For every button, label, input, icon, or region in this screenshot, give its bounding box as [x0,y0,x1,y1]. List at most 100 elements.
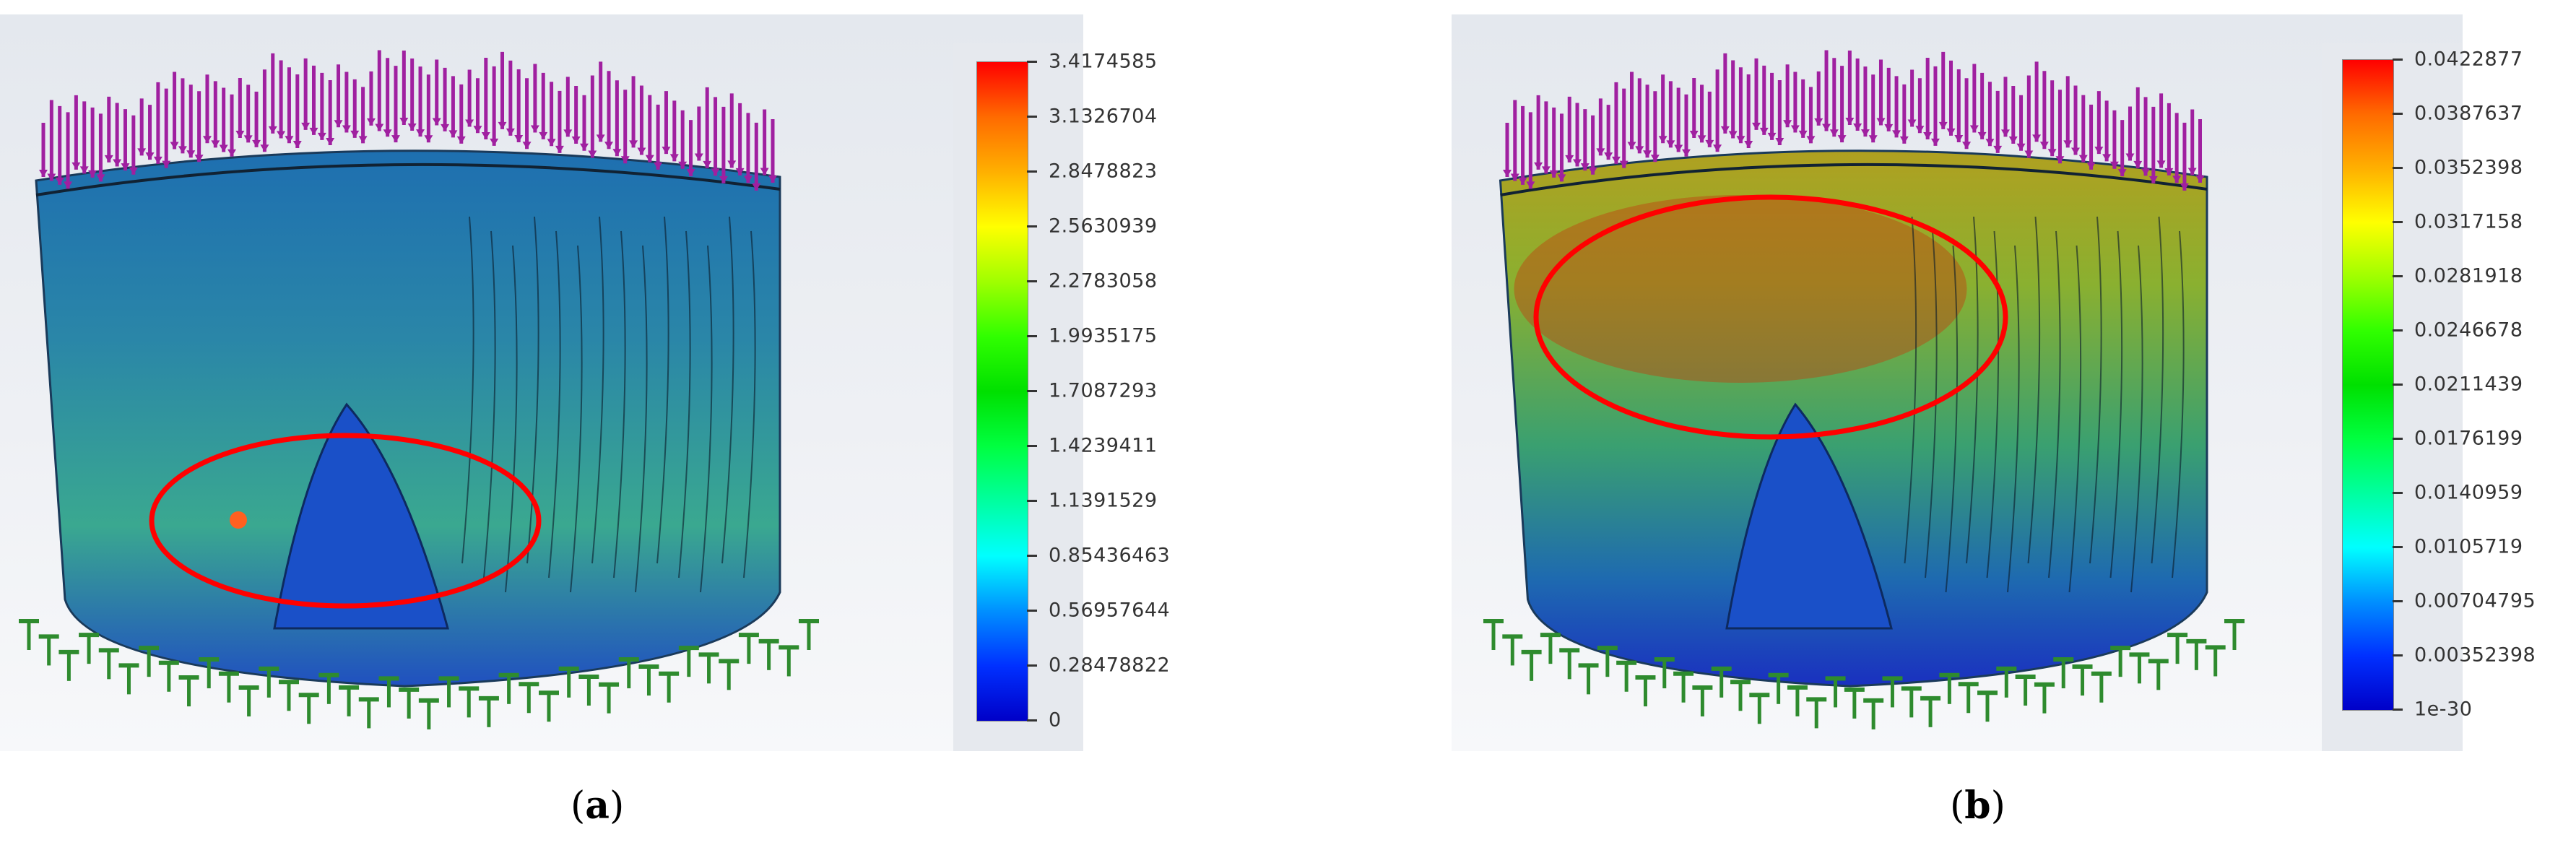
colorbar-label: 0.00352398 [2414,644,2536,667]
load-arrow-head [1681,149,1691,157]
colorbar-b [2342,59,2394,711]
colorbar-label: 0.0281918 [2414,264,2523,287]
colorbar-label: 0.0422877 [2414,48,2523,71]
load-arrow-head [2032,134,2042,142]
load-arrow-head [2008,136,2018,144]
load-arrow-head [2039,142,2049,150]
load-arrow-head [1728,131,1738,139]
colorbar-label: 0.0140959 [2414,481,2523,504]
load-arrow-head [1697,135,1707,143]
color-legend-b: 0.0422877 0.0387637 0.0352398 0.0317158 0.02… [2322,43,2536,751]
load-arrow-head [1751,122,1761,130]
load-arrow-head [1611,156,1621,164]
load-arrow-head [1573,159,1582,167]
load-arrow-head [1666,140,1675,148]
load-arrow-head [1962,142,1972,150]
colorbar-label: 0.0352398 [2414,156,2523,179]
load-arrow-head [1946,128,1956,136]
load-arrow-head [1884,124,1894,131]
load-arrow-head [1503,170,1512,177]
load-arrow-head [1829,129,1839,137]
load-arrow-head [2102,154,2112,162]
colorbar-tick [2393,167,2403,169]
load-arrow-head [2071,147,2081,155]
fea-model-b [1483,50,2245,729]
colorbar-tick [2393,329,2403,332]
load-arrow-head [1565,155,1574,162]
load-arrow-head [2094,147,2104,155]
load-arrow-head [1930,138,1940,146]
colorbar-tick [2393,708,2403,711]
load-arrow-head [1705,139,1714,147]
load-arrow-head [1915,126,1925,134]
load-arrow-head [1534,162,1543,170]
load-arrow-head [1907,119,1917,127]
caption-b: (b) [1950,784,2005,828]
load-arrow-head [2063,140,2073,148]
load-arrow-head [1798,130,1808,138]
load-arrow-head [1736,136,1745,144]
load-arrow-head [1876,118,1886,126]
colorbar-tick [2393,546,2403,548]
colorbar-tick [2393,58,2403,61]
load-arrow-head [1806,136,1816,144]
load-arrow-head [1860,129,1870,137]
colorbar-tick [2393,113,2403,115]
colorbar-tick [2393,492,2403,494]
load-arrow-head [1596,148,1605,156]
load-arrow-head [1658,136,1668,144]
colorbar-label: 0.0317158 [2414,210,2523,233]
colorbar-label: 0.0176199 [2414,427,2523,450]
colorbar-label: 0.0387637 [2414,102,2523,125]
load-arrow-head [1604,152,1613,160]
load-arrow-head [1689,131,1699,139]
load-arrow-head [1744,141,1753,149]
colorbar-tick [2393,384,2403,386]
load-arrow-head [1643,150,1652,158]
load-arrow-head [1954,135,1964,143]
stress-hotspot [1514,195,1967,383]
load-arrow-head [1720,126,1730,134]
load-arrow-head [1635,146,1644,154]
load-arrow-head [1892,130,1901,138]
colorbar-tick [2393,438,2403,440]
load-arrow-head [1775,138,1784,146]
caption-open: ( [1950,784,1965,828]
load-arrow-head [1713,144,1722,152]
load-arrow-head [1993,145,2003,153]
colorbar-tick [2393,654,2403,656]
load-arrow-head [2156,160,2166,168]
load-arrow-head [1767,132,1777,140]
colorbar-tick [2393,221,2403,223]
colorbar-label: 0.0211439 [2414,373,2523,396]
load-arrow-head [2125,153,2135,161]
load-arrow-head [1845,118,1855,126]
load-arrow-head [1759,127,1769,135]
caption-close: ) [1990,784,2005,828]
colorbar-label: 1e-30 [2414,698,2473,721]
load-arrow-head [1977,131,1987,139]
load-arrow-head [1674,144,1683,152]
load-arrow-head [2016,143,2026,151]
colorbar-tick [2393,600,2403,602]
load-arrow-head [1868,135,1878,143]
load-arrow-head [2047,149,2057,157]
colorbar-label: 0.00704795 [2414,589,2536,612]
load-arrow-head [1899,136,1909,144]
load-arrow-head [1938,121,1948,129]
load-arrow-head [1814,118,1823,126]
colorbar-label: 0.0246678 [2414,318,2523,342]
load-arrow-head [1985,139,1995,147]
caption-letter: b [1964,784,1991,828]
colorbar-label: 0.0105719 [2414,535,2523,558]
load-arrow-head [1783,120,1792,128]
load-arrow-head [1837,135,1847,143]
load-arrow-head [1969,125,1979,133]
load-arrow-head [1627,142,1636,150]
load-arrow-head [1923,132,1933,140]
load-arrow-head [1822,124,1831,131]
load-arrow-head [1853,124,1862,131]
load-arrow-head [2000,129,2010,137]
colorbar-tick [2393,275,2403,277]
load-arrow-head [1790,125,1800,133]
